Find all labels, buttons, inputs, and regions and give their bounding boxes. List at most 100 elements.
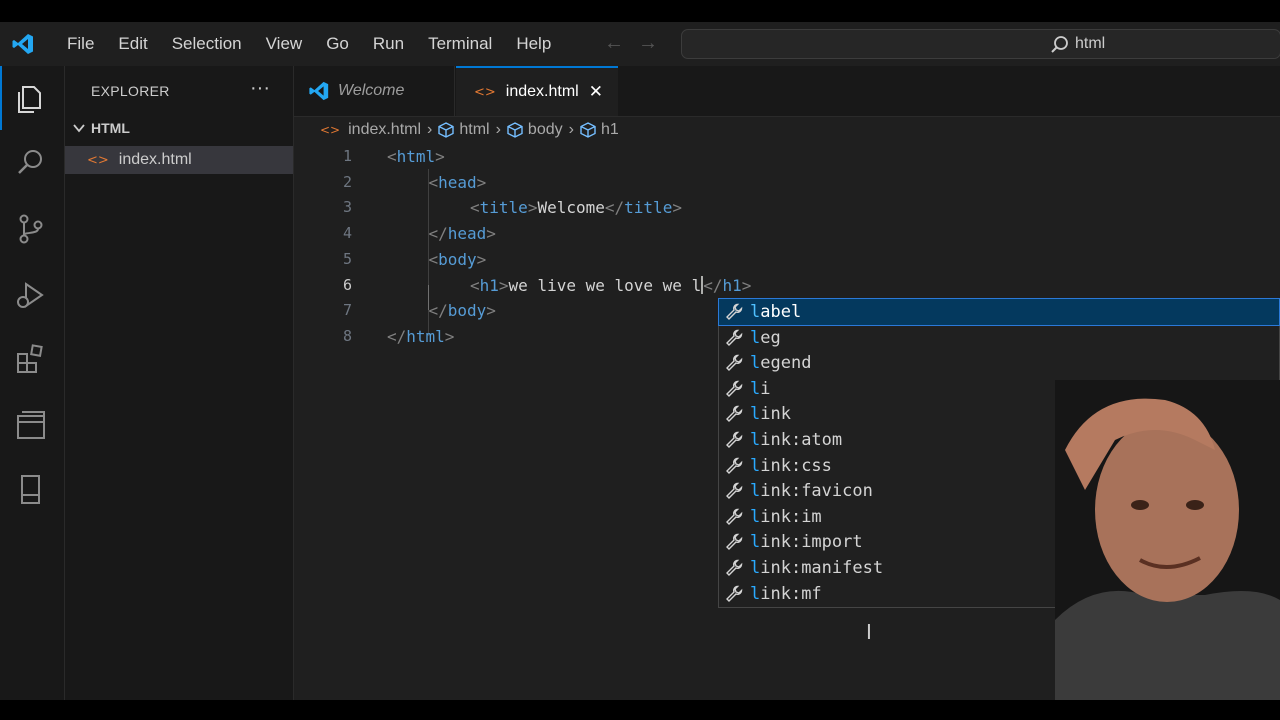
code-line: <title>Welcome</title> — [470, 198, 682, 217]
suggestion-label: link:atom — [750, 430, 842, 450]
tab-label: Welcome — [338, 82, 405, 99]
menu-item-go[interactable]: Go — [314, 22, 361, 66]
menu-item-selection[interactable]: Selection — [160, 22, 254, 66]
code-line: </html> — [387, 327, 454, 346]
explorer-title: EXPLORER — [91, 83, 170, 99]
suggestion-rest: ink:favicon — [760, 481, 873, 502]
tag-bracket: < — [470, 275, 480, 295]
tab-index-html[interactable]: <> index.html ✕ — [456, 66, 618, 116]
chevron-right-icon: › — [495, 121, 501, 138]
explorer-sidebar: EXPLORER ··· HTML <> index.html — [65, 66, 294, 700]
testing-flask-icon[interactable] — [14, 472, 48, 506]
suggestion-rest: ink:mf — [760, 583, 822, 604]
breadcrumb-item[interactable]: h1 — [601, 121, 619, 139]
line-number: 6 — [342, 275, 352, 294]
suggestion-match: l — [750, 455, 761, 476]
suggestion-label: link:import — [750, 532, 863, 552]
tag-bracket: > — [672, 198, 682, 218]
tag-name: h1 — [479, 275, 499, 295]
suggestion-label: link — [750, 404, 791, 424]
breadcrumb-item[interactable]: body — [528, 121, 563, 139]
suggestion-label: label — [750, 302, 801, 322]
html-file-icon: <> — [474, 84, 496, 100]
code-line: </head> — [429, 224, 496, 243]
suggestion-item[interactable]: legend — [719, 350, 1279, 376]
breadcrumb-item[interactable]: html — [459, 121, 489, 139]
command-center-text: html — [1075, 35, 1106, 52]
tag-bracket: > — [476, 172, 487, 192]
text-cursor-icon: I — [866, 620, 872, 644]
tag-bracket: </ — [604, 198, 625, 218]
suggestion-match: l — [750, 327, 761, 348]
suggestion-match: l — [750, 506, 761, 527]
command-center-search[interactable]: html — [681, 29, 1280, 59]
suggestion-rest: i — [760, 378, 771, 399]
editor-tabs: Welcome <> index.html ✕ — [294, 66, 1280, 117]
code-line: </body> — [429, 301, 496, 320]
vscode-logo-icon — [12, 34, 33, 54]
suggestion-item[interactable]: leg — [719, 325, 1279, 351]
suggestion-match: l — [750, 353, 761, 374]
tag-bracket: > — [486, 301, 496, 321]
tag-bracket: > — [476, 249, 487, 269]
suggestion-label: link:im — [750, 507, 822, 527]
snippet-wrench-icon — [726, 585, 743, 602]
suggestion-match: l — [750, 481, 761, 502]
suggestion-match: l — [750, 558, 761, 578]
snippet-wrench-icon — [726, 406, 743, 423]
tag-name: head — [438, 172, 477, 192]
active-indicator — [0, 66, 2, 130]
tag-name: html — [406, 326, 445, 346]
tag-bracket: < — [470, 198, 480, 218]
close-tab-icon[interactable]: ✕ — [589, 82, 603, 102]
title-bar: File Edit Selection View Go Run Terminal Help ←… — [0, 22, 1280, 66]
snippet-wrench-icon — [726, 457, 743, 474]
line-number: 8 — [342, 326, 352, 345]
tag-bracket: < — [387, 147, 397, 166]
tag-bracket: > — [486, 224, 496, 244]
file-index-html[interactable]: <> index.html — [65, 146, 293, 174]
menu-item-help[interactable]: Help — [504, 22, 563, 66]
forward-arrow-icon[interactable]: → — [638, 32, 658, 55]
tag-bracket: > — [741, 275, 752, 295]
back-arrow-icon[interactable]: ← — [604, 32, 624, 55]
activity-bar — [0, 66, 65, 700]
menu-bar: File Edit Selection View Go Run Terminal Help — [55, 22, 563, 66]
breadcrumb: <> index.html › html › body › h1 — [294, 117, 1280, 143]
suggestion-label: legend — [750, 353, 811, 373]
menu-item-terminal[interactable]: Terminal — [416, 22, 504, 66]
suggestion-label: li — [750, 379, 771, 399]
code-line: <head> — [429, 173, 487, 192]
snippet-wrench-icon — [726, 508, 743, 525]
suggestion-label: leg — [750, 328, 781, 348]
line-number: 5 — [342, 249, 352, 268]
run-debug-icon[interactable] — [14, 278, 48, 312]
explorer-files-icon[interactable] — [14, 82, 48, 116]
html-file-icon: <> — [87, 152, 109, 168]
chevron-down-icon — [73, 124, 85, 133]
folder-html[interactable]: HTML — [71, 120, 130, 136]
menu-item-run[interactable]: Run — [361, 22, 416, 66]
suggestion-rest: ink:atom — [760, 430, 843, 450]
chevron-right-icon: › — [568, 121, 574, 138]
symbol-element-icon — [580, 122, 596, 138]
remote-explorer-icon[interactable] — [14, 408, 48, 442]
menu-item-file[interactable]: File — [55, 22, 106, 66]
suggestion-rest: egend — [760, 353, 812, 374]
text-content: Welcome — [537, 198, 605, 218]
suggestion-rest: abel — [760, 302, 802, 322]
suggestion-match: l — [750, 430, 761, 450]
menu-item-edit[interactable]: Edit — [106, 22, 159, 66]
suggestion-item[interactable]: label — [718, 298, 1280, 326]
search-icon[interactable] — [14, 146, 48, 180]
person-image — [1055, 380, 1280, 700]
more-actions-icon[interactable]: ··· — [250, 77, 270, 100]
chevron-right-icon: › — [427, 121, 433, 138]
source-control-icon[interactable] — [14, 212, 48, 246]
suggestion-rest: ink — [760, 404, 791, 425]
tab-welcome[interactable]: Welcome — [294, 66, 455, 116]
tag-bracket: > — [498, 275, 509, 295]
breadcrumb-item[interactable]: index.html — [348, 121, 421, 139]
menu-item-view[interactable]: View — [254, 22, 315, 66]
extensions-icon[interactable] — [14, 342, 48, 376]
